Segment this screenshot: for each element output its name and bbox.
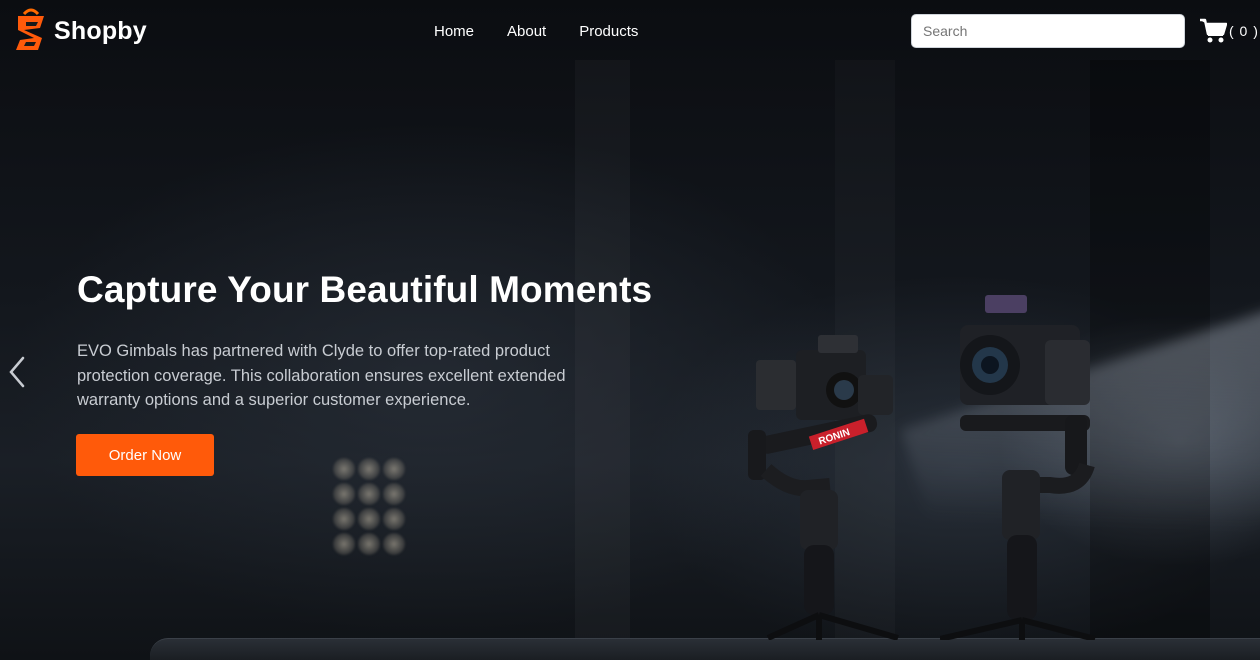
brand-name: Shopby (54, 16, 147, 45)
top-navbar: Shopby Home About Products ( 0 ) (0, 0, 1260, 66)
cart-icon (1200, 18, 1227, 43)
nav-link-products[interactable]: Products (579, 23, 638, 40)
cart-count: ( 0 ) (1229, 23, 1259, 39)
nav-link-about[interactable]: About (507, 23, 546, 40)
gimbal-camera-image-left: RONIN (748, 335, 899, 640)
nav-link-home[interactable]: Home (434, 23, 474, 40)
hero-description: EVO Gimbals has partnered with Clyde to … (77, 342, 566, 409)
chevron-left-icon[interactable] (6, 354, 28, 390)
hero-section: RONIN Shopby Home About Products Search … (0, 0, 1260, 660)
shopping-bag-s-logo-icon (16, 8, 44, 50)
brand-logo[interactable]: Shopby (12, 8, 147, 54)
gimbal-camera-image-right (940, 295, 1096, 640)
stage-lights (333, 458, 405, 555)
hero-title: Capture Your Beautiful Moments (77, 269, 653, 310)
main-menu: Home About Products (434, 23, 671, 40)
cart-button[interactable]: ( 0 ) (1199, 18, 1259, 44)
stage-floor (150, 638, 1260, 660)
search-input[interactable] (911, 14, 1185, 48)
order-now-button[interactable]: Order Now (76, 434, 214, 476)
